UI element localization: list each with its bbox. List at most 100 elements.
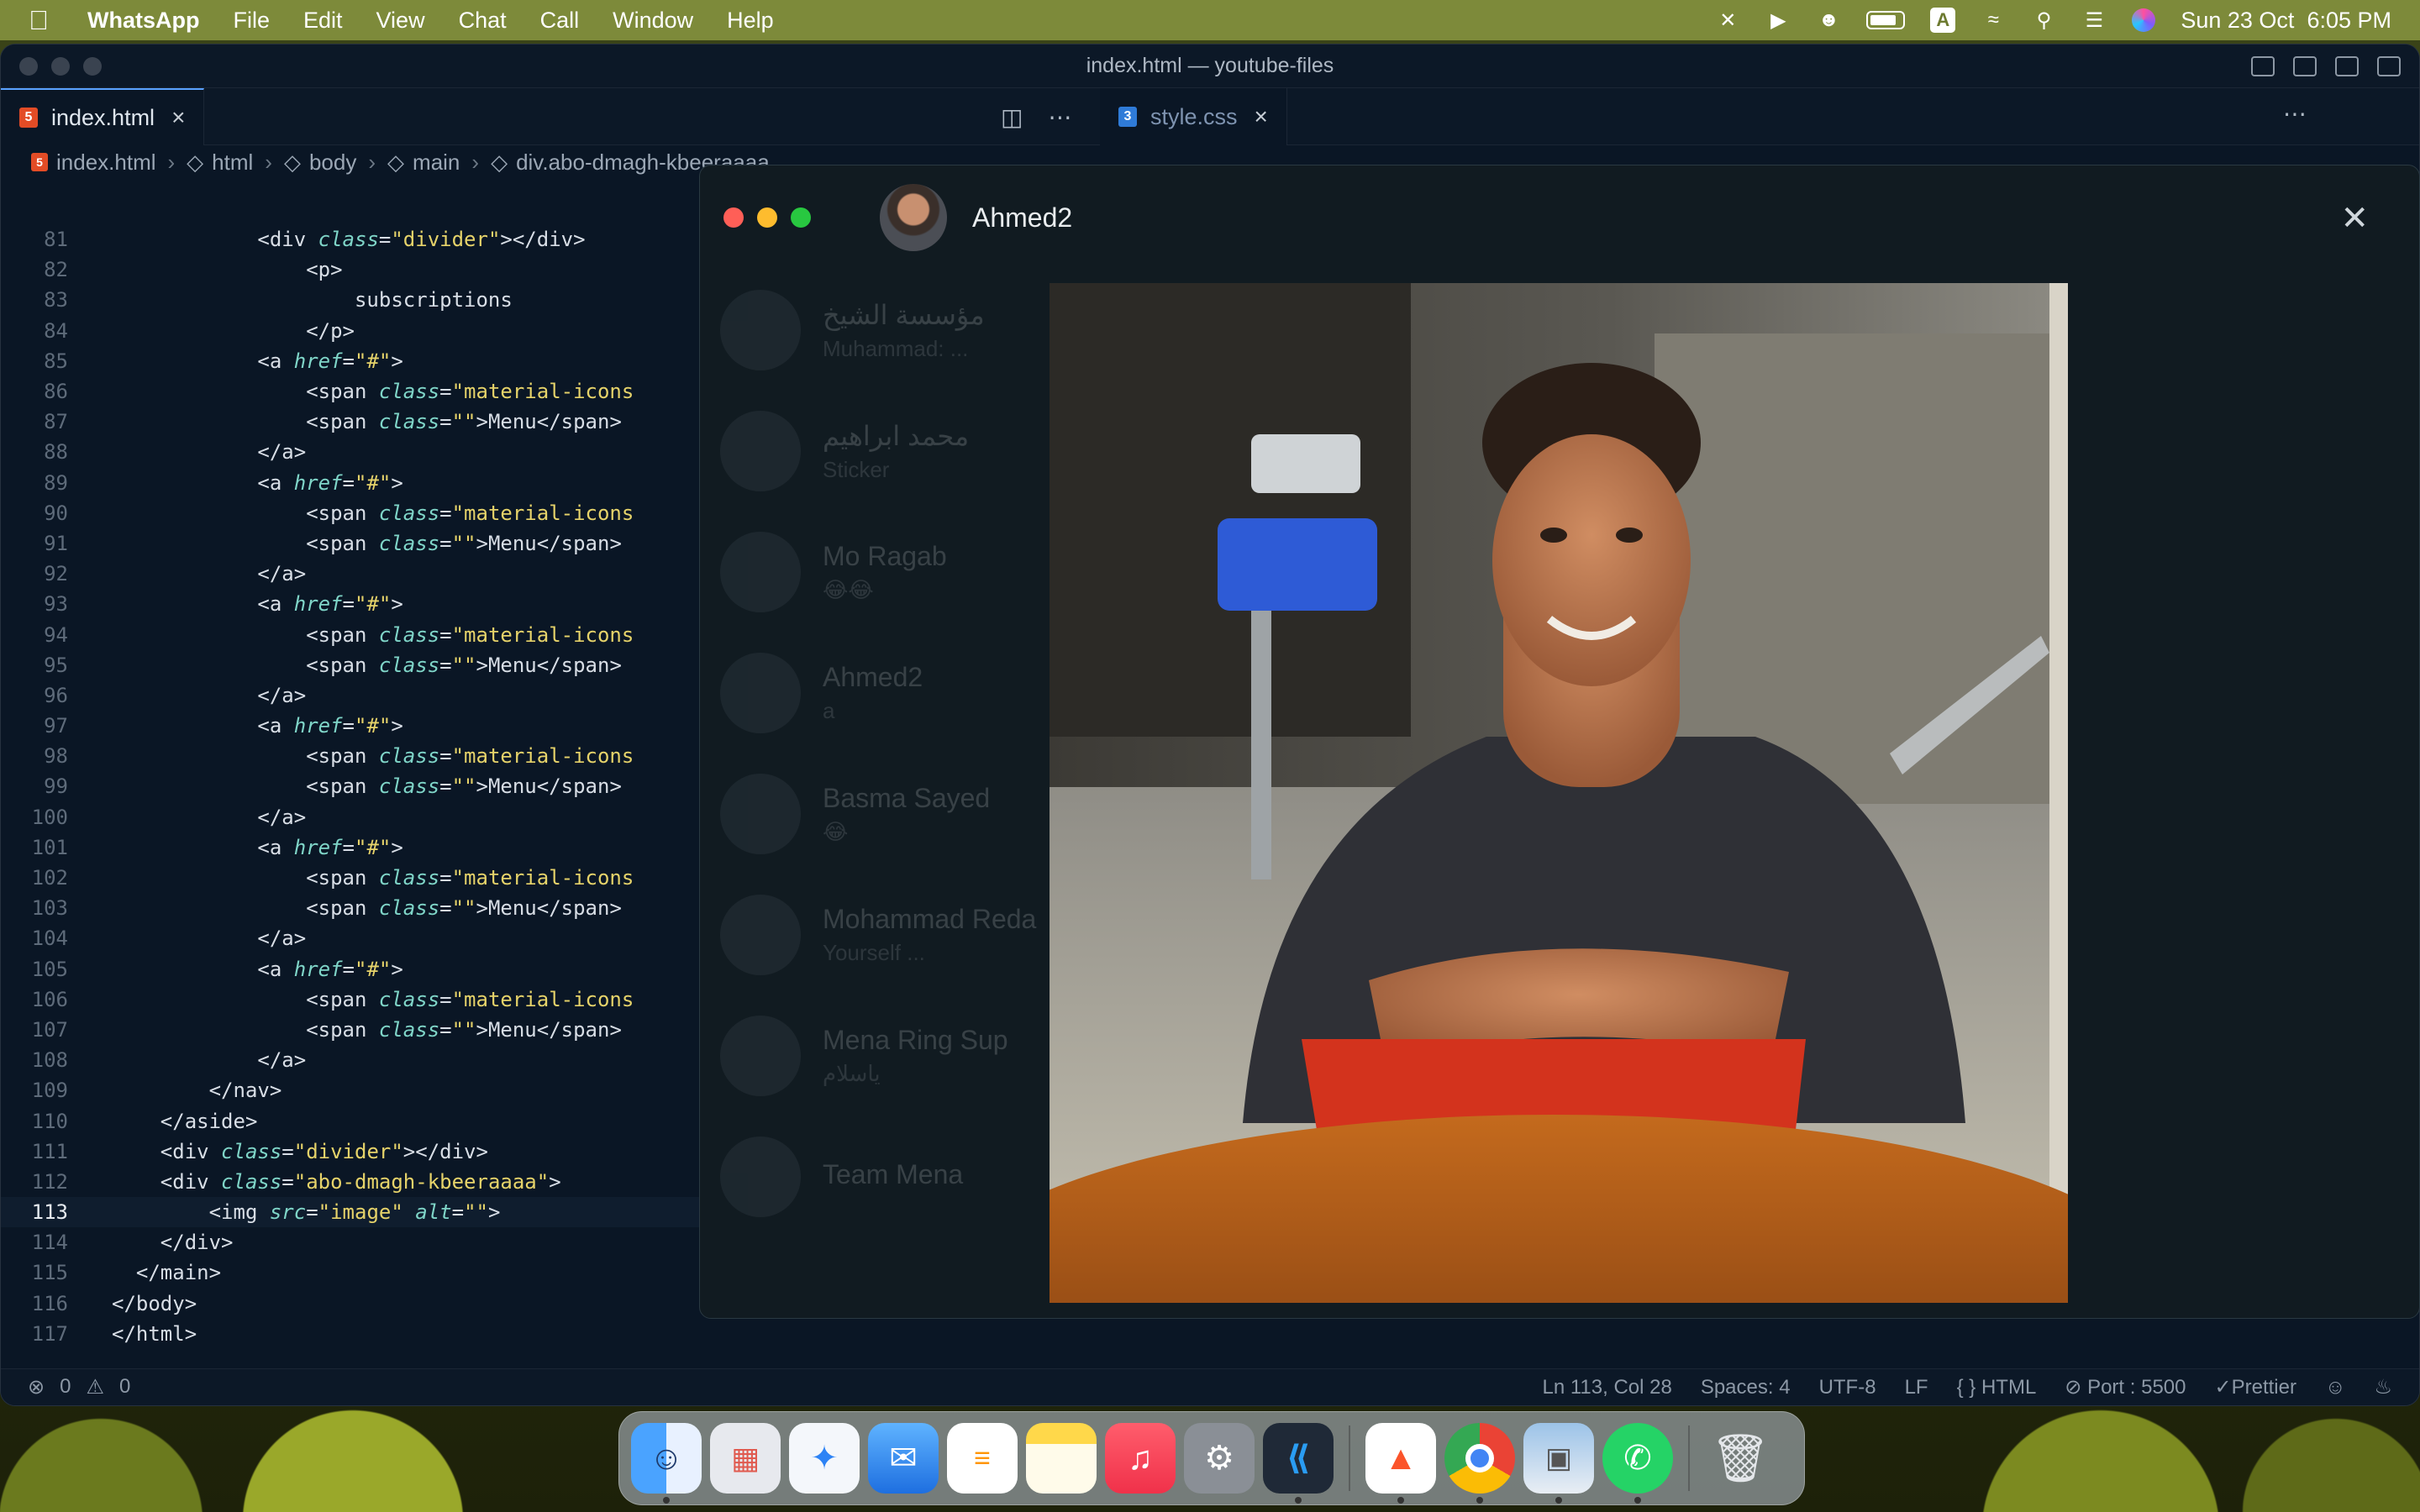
- editor-actions: ◫ ⋯: [1001, 103, 1071, 131]
- gear-icon: ⚙: [1204, 1440, 1234, 1477]
- dock-reminders[interactable]: ≡: [947, 1423, 1018, 1494]
- music-note-icon: ♫: [1128, 1439, 1153, 1477]
- wifi-icon[interactable]: ≈: [1981, 8, 2006, 33]
- menubar-clock[interactable]: Sun 23 Oct 6:05 PM: [2181, 8, 2391, 34]
- mail-icon: ✉: [889, 1440, 918, 1477]
- tab-style-css[interactable]: 3 style.css ×: [1100, 88, 1287, 145]
- line-code: <span class="material-icons: [112, 987, 634, 1011]
- line-code: </html>: [112, 1321, 197, 1346]
- breadcrumb-main[interactable]: ◇ main: [387, 150, 460, 176]
- apple-menu-icon[interactable]: : [29, 5, 62, 36]
- end-of-line[interactable]: LF: [1905, 1376, 1928, 1399]
- breadcrumb-label: main: [413, 149, 460, 175]
- line-code: <div class="divider"></div>: [112, 1139, 488, 1163]
- control-center-icon[interactable]: ☰: [2081, 8, 2107, 33]
- dock-finder[interactable]: ☺: [631, 1423, 702, 1504]
- breadcrumb-label: html: [212, 149, 254, 175]
- live-server-port[interactable]: ⊘ Port : 5500: [2065, 1375, 2186, 1399]
- dock-whatsapp[interactable]: ✆: [1602, 1423, 1673, 1504]
- line-code: <a href="#">: [112, 349, 403, 373]
- notifications-bell-icon[interactable]: ♨: [2374, 1375, 2392, 1399]
- problems-indicator[interactable]: ⊗ 0 ⚠ 0: [28, 1375, 130, 1399]
- line-number: 109: [31, 1079, 68, 1103]
- split-editor-icon[interactable]: ◫: [1001, 103, 1023, 131]
- breadcrumb-body[interactable]: ◇ body: [284, 150, 356, 176]
- line-number: 98: [44, 744, 68, 769]
- menu-call[interactable]: Call: [540, 8, 580, 34]
- dock-launchpad[interactable]: ▦: [710, 1423, 781, 1494]
- dock-notes[interactable]: [1026, 1423, 1097, 1494]
- brave-lion-icon: ▲: [1384, 1439, 1418, 1477]
- list-item: مؤسسة الشيخ Muhammad: ...: [720, 270, 1073, 391]
- line-code: <span class="">Menu</span>: [112, 774, 622, 799]
- zoom-window-button[interactable]: [791, 207, 811, 228]
- user-icon[interactable]: ☻: [1816, 8, 1841, 33]
- language-mode[interactable]: { } HTML: [1957, 1376, 2037, 1399]
- dock-music[interactable]: ♫: [1105, 1423, 1176, 1494]
- dock-separator: [1349, 1425, 1350, 1491]
- avatar: [720, 411, 801, 491]
- line-number: 111: [31, 1139, 68, 1163]
- chat-name: Mohammad Reda: [823, 904, 1037, 934]
- more-actions-icon[interactable]: ⋯: [2283, 100, 2307, 128]
- feedback-icon[interactable]: ☺: [2325, 1376, 2346, 1399]
- siri-icon[interactable]: [2132, 8, 2156, 32]
- window-title: index.html — youtube-files: [1086, 54, 1334, 77]
- line-code: </a>: [112, 927, 307, 951]
- error-icon: ⊗: [28, 1376, 45, 1399]
- line-code: subscriptions: [112, 288, 513, 312]
- more-actions-icon[interactable]: ⋯: [1048, 103, 1071, 131]
- app-menu[interactable]: WhatsApp: [87, 8, 199, 34]
- encoding[interactable]: UTF-8: [1819, 1376, 1876, 1399]
- breadcrumb-html[interactable]: ◇ html: [187, 150, 253, 176]
- line-code: <span class="material-icons: [112, 866, 634, 890]
- cursor-position[interactable]: Ln 113, Col 28: [1542, 1376, 1671, 1399]
- menu-view[interactable]: View: [376, 8, 425, 34]
- prettier-label: Prettier: [2231, 1376, 2296, 1399]
- menu-file[interactable]: File: [233, 8, 270, 34]
- dock-chrome[interactable]: [1444, 1423, 1515, 1504]
- chevron-right-icon: ›: [167, 149, 176, 175]
- menu-help[interactable]: Help: [727, 8, 774, 34]
- menu-window[interactable]: Window: [613, 8, 693, 34]
- prettier-status[interactable]: ✓Prettier: [2215, 1375, 2296, 1399]
- battery-icon[interactable]: [1866, 11, 1906, 29]
- dock-brave[interactable]: ▲: [1365, 1423, 1436, 1504]
- line-code: </p>: [112, 318, 355, 343]
- close-window-button[interactable]: [723, 207, 744, 228]
- line-number: 114: [31, 1231, 68, 1255]
- list-item: Mena Ring Sup ياسلام: [720, 995, 1073, 1116]
- dock-system-preferences[interactable]: ⚙: [1184, 1423, 1255, 1494]
- line-code: </a>: [112, 683, 307, 707]
- contact-name[interactable]: Ahmed2: [972, 202, 1072, 234]
- dock-mail[interactable]: ✉: [868, 1423, 939, 1494]
- menu-chat[interactable]: Chat: [459, 8, 507, 34]
- close-tab-icon[interactable]: ×: [171, 104, 185, 131]
- line-code: </a>: [112, 1048, 307, 1073]
- avatar[interactable]: [880, 184, 947, 251]
- line-number: 87: [44, 410, 68, 434]
- chat-name: Basma Sayed: [823, 783, 991, 813]
- code-line[interactable]: 117 </html>: [1, 1319, 1068, 1349]
- tab-index-html[interactable]: 5 index.html ×: [1, 88, 205, 145]
- line-code: <p>: [112, 258, 343, 282]
- dock-trash[interactable]: 🗑: [1705, 1423, 1776, 1494]
- spotlight-search-icon[interactable]: ⚲: [2031, 8, 2056, 33]
- dock-safari[interactable]: ✦: [789, 1423, 860, 1494]
- line-code: <a href="#">: [112, 714, 403, 738]
- breadcrumb-file[interactable]: 5 index.html: [31, 150, 156, 176]
- dock-preview[interactable]: ▣: [1523, 1423, 1594, 1504]
- minimize-window-button[interactable]: [757, 207, 777, 228]
- bluetooth-off-icon[interactable]: ✕: [1715, 8, 1740, 33]
- indentation[interactable]: Spaces: 4: [1701, 1376, 1791, 1399]
- menu-edit[interactable]: Edit: [303, 8, 343, 34]
- line-number: 86: [44, 380, 68, 404]
- close-tab-icon[interactable]: ×: [1255, 103, 1268, 130]
- now-playing-icon[interactable]: ▶: [1765, 8, 1791, 33]
- dock-vscode[interactable]: ⟪: [1263, 1423, 1334, 1504]
- line-number: 96: [44, 683, 68, 707]
- input-source-icon[interactable]: A: [1930, 8, 1956, 33]
- media-viewer-header: Ahmed2 ✕: [700, 165, 2419, 270]
- line-number: 90: [44, 501, 68, 525]
- close-icon[interactable]: ✕: [2340, 199, 2369, 238]
